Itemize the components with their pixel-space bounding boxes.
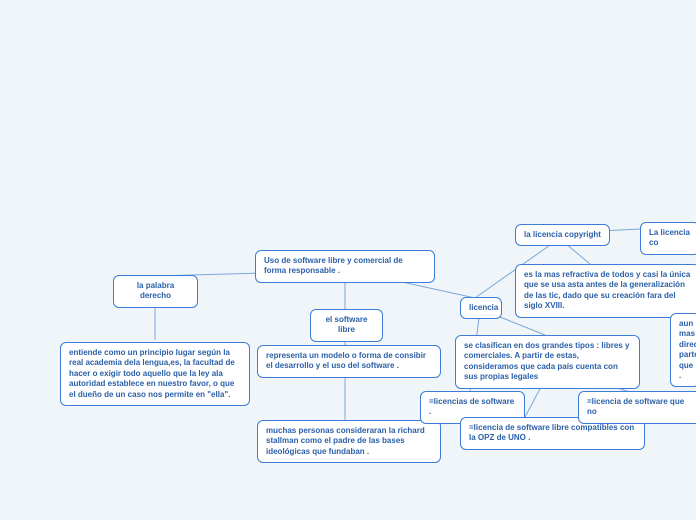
- software-desc-node[interactable]: representa un modelo o forma de consibir…: [257, 345, 441, 378]
- licencia-desc-node[interactable]: se clasifican en dos grandes tipos : lib…: [455, 335, 640, 389]
- root-node[interactable]: Uso de software libre y comercial de for…: [255, 250, 435, 283]
- lic-no-node[interactable]: =licencia de software que no: [578, 391, 696, 424]
- derecho-desc-node[interactable]: entiende como un principio lugar según l…: [60, 342, 250, 406]
- lic-software-text: =licencias de software .: [429, 397, 514, 416]
- root-text: Uso de software libre y comercial de for…: [264, 256, 403, 275]
- stallman-node[interactable]: muchas personas consideraran la richard …: [257, 420, 441, 463]
- stallman-text: muchas personas consideraran la richard …: [266, 426, 425, 456]
- lic-no-text: =licencia de software que no: [587, 397, 684, 416]
- software-libre-node[interactable]: el software libre: [310, 309, 383, 342]
- aun-node[interactable]: aun mas direc parte que .: [670, 313, 696, 387]
- software-libre-text: el software libre: [326, 315, 368, 334]
- copyright-text: la licencia copyright: [524, 230, 601, 239]
- licencia-desc-text: se clasifican en dos grandes tipos : lib…: [464, 341, 629, 381]
- copyright-desc-text: es la mas refractiva de todos y casi la …: [524, 270, 690, 310]
- copyright-desc-node[interactable]: es la mas refractiva de todos y casi la …: [515, 264, 696, 318]
- licencia-text: licencia: [469, 303, 498, 312]
- lic-libre-compat-text: =licencia de software libre compatibles …: [469, 423, 634, 442]
- derecho-label-node[interactable]: la palabra derecho: [113, 275, 198, 308]
- licencia-node[interactable]: licencia: [460, 297, 502, 319]
- derecho-desc-text: entiende como un principio lugar según l…: [69, 348, 235, 399]
- software-desc-text: representa un modelo o forma de consibir…: [266, 351, 426, 370]
- copyright-link-node[interactable]: La licencia co: [640, 222, 696, 255]
- copyright-node[interactable]: la licencia copyright: [515, 224, 610, 246]
- derecho-label-text: la palabra derecho: [137, 281, 174, 300]
- aun-text: aun mas direc parte que .: [679, 319, 696, 380]
- copyright-link-text: La licencia co: [649, 228, 690, 247]
